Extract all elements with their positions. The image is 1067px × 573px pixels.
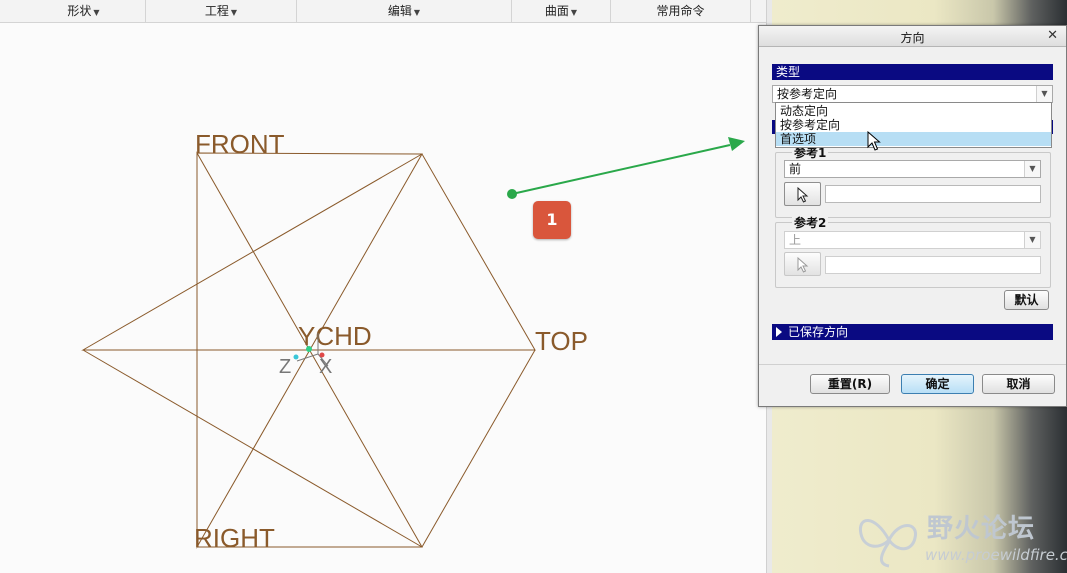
dialog-titlebar[interactable]: 方向 ✕ [759,26,1066,47]
axis-z-label: Z [279,356,291,378]
butterfly-logo-icon [858,519,917,568]
default-button[interactable]: 默认 [1004,290,1049,310]
reference2-combo[interactable]: 上 ▼ [784,231,1041,249]
forum-watermark: 野火论坛 www.proewildfire.cn [855,506,1067,571]
close-icon[interactable]: ✕ [1047,28,1058,43]
chevron-down-icon: ▼ [413,8,421,17]
reference2-select-button[interactable] [784,252,821,276]
arrow-pointer-icon [797,257,809,273]
type-combo-value: 按参考定向 [777,87,838,101]
arrow-pointer-icon [797,187,809,203]
ribbon-group-shape[interactable]: 形状 ▼ [22,0,146,22]
callout-dot [507,189,517,199]
ribbon-group-bar: 形状 ▼ 工程 ▼ 编辑 ▼ 曲面 ▼ 常用命令 [0,0,766,23]
type-option-dynamic[interactable]: 动态定向 [776,104,1051,118]
right-plane-label: RIGHT [194,523,275,553]
reference2-value: 上 [789,233,802,247]
type-dropdown-list[interactable]: 动态定向 按参考定向 首选项 [775,102,1052,148]
reference2-field[interactable] [825,256,1041,274]
triangle-right-icon [776,327,782,337]
type-option-preferences[interactable]: 首选项 [776,132,1051,146]
ribbon-group-edit[interactable]: 编辑 ▼ [297,0,512,22]
reference1-value: 前 [789,162,802,176]
reference1-combo[interactable]: 前 ▼ [784,160,1041,178]
reference1-field[interactable] [825,185,1041,203]
type-combo[interactable]: 按参考定向 ▼ [772,85,1053,103]
step-badge: 1 [533,201,571,239]
type-section-header: 类型 [772,64,1053,80]
dialog-divider [759,364,1066,365]
axis-x-label: X [319,356,332,378]
ribbon-group-engineering[interactable]: 工程 ▼ [146,0,297,22]
chevron-down-icon: ▼ [570,8,578,17]
watermark-url: www.proewildfire.cn [925,546,1067,564]
cancel-button[interactable]: 取消 [982,374,1055,394]
top-plane-label: TOP [535,326,588,356]
mouse-cursor-icon [867,131,881,151]
chevron-down-icon[interactable]: ▼ [1024,161,1040,177]
saved-orientations-section[interactable]: 已保存方向 [772,324,1053,340]
reset-button[interactable]: 重置(R) [810,374,890,394]
chevron-down-icon[interactable]: ▼ [1036,86,1052,102]
chevron-down-icon[interactable]: ▼ [1024,232,1040,248]
orientation-dialog: 方向 ✕ 类型 按参考定向 ▼ 参考1 前 ▼ 参考2 上 ▼ 默认 已保存方向… [758,25,1067,407]
reference1-select-button[interactable] [784,182,821,206]
type-option-by-reference[interactable]: 按参考定向 [776,118,1051,132]
callout-arrowhead [728,137,745,151]
graphics-viewport[interactable]: FRONT TOP RIGHT YCHD Z X [0,23,766,573]
reference2-label: 参考2 [792,214,829,231]
chevron-down-icon: ▼ [230,8,238,17]
watermark-name: 野火论坛 [927,514,1036,544]
front-plane-label: FRONT [195,129,285,159]
ribbon-group-surface[interactable]: 曲面 ▼ [512,0,611,22]
ribbon-group-common[interactable]: 常用命令 [611,0,751,22]
dialog-title: 方向 [900,31,925,45]
ok-button[interactable]: 确定 [901,374,974,394]
chevron-down-icon: ▼ [93,8,100,17]
